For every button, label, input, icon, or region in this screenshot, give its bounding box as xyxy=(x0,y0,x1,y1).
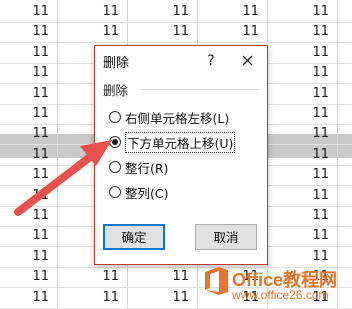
office-logo-icon xyxy=(205,267,228,295)
watermark-url: www.office26.com xyxy=(232,288,329,302)
watermark: Office教程网 www.office26.com xyxy=(202,262,352,309)
